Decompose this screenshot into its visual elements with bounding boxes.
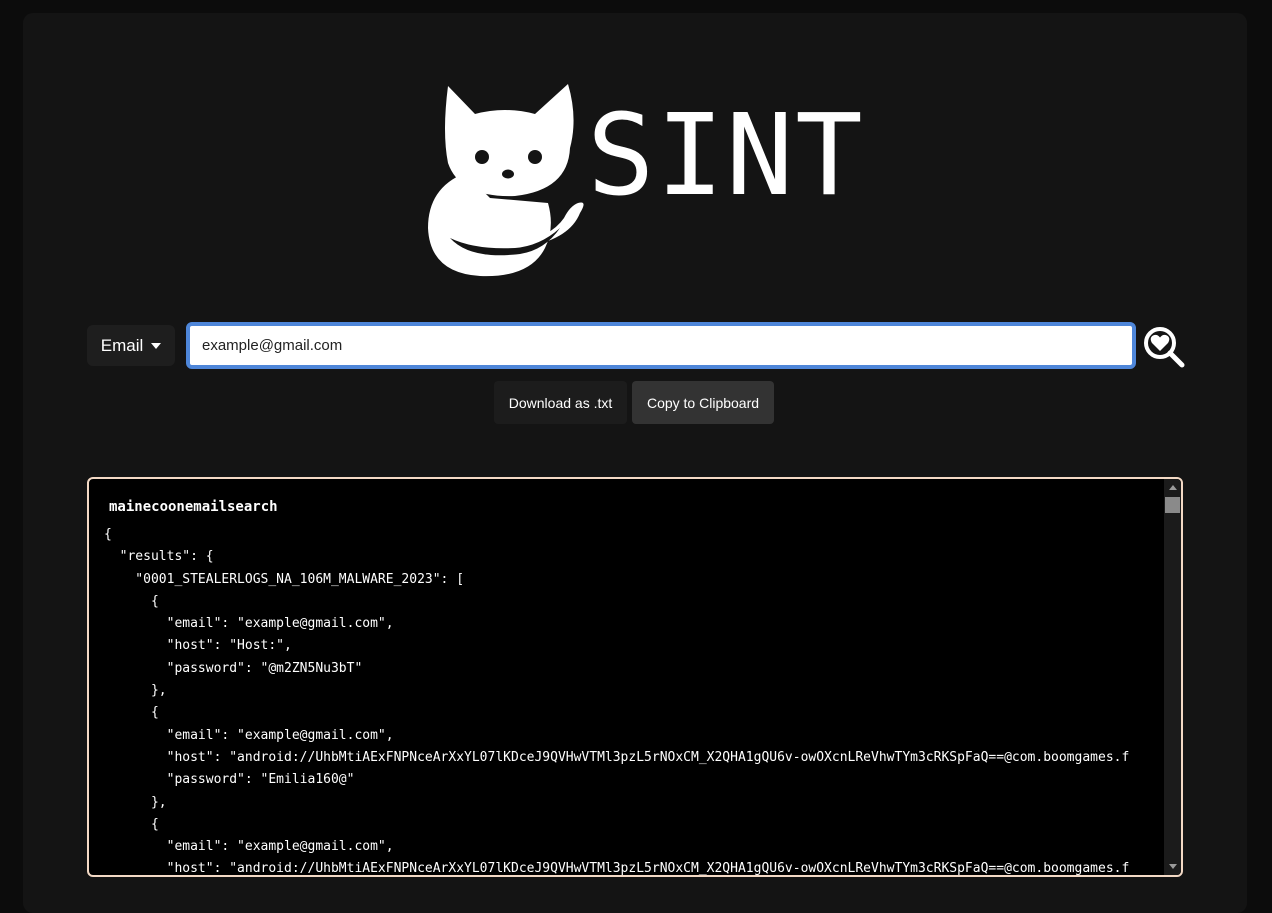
scroll-down-icon[interactable] bbox=[1169, 864, 1177, 869]
logo-text: SINT bbox=[587, 91, 865, 221]
logo: SINT bbox=[420, 78, 863, 283]
download-txt-button[interactable]: Download as .txt bbox=[494, 381, 627, 424]
search-button[interactable] bbox=[1142, 325, 1186, 369]
json-line: "password": "@m2ZN5Nu3bT" bbox=[104, 660, 363, 676]
json-line: { bbox=[104, 816, 159, 832]
json-line: "password": "Emilia160@" bbox=[104, 772, 355, 788]
json-line: "host": "Host:", bbox=[104, 638, 292, 654]
json-line: { bbox=[104, 527, 112, 542]
json-line: "email": "example@gmail.com", bbox=[104, 727, 394, 743]
search-type-label: Email bbox=[100, 335, 144, 355]
json-line: }, bbox=[104, 683, 167, 699]
json-line: "host": "android://UhbMtiAExFNPNceArXxYL… bbox=[104, 861, 1130, 877]
json-line: "0001_STEALERLOGS_NA_106M_MALWARE_2023":… bbox=[104, 571, 465, 587]
json-line: "results": { bbox=[104, 549, 214, 565]
search-input[interactable] bbox=[186, 322, 1136, 369]
vertical-scrollbar[interactable] bbox=[1164, 479, 1181, 875]
json-line: }, bbox=[104, 794, 167, 810]
json-line: "email": "example@gmail.com", bbox=[104, 616, 394, 632]
json-line: { bbox=[104, 593, 159, 609]
scroll-thumb[interactable] bbox=[1165, 497, 1180, 513]
json-line: "email": "example@gmail.com", bbox=[104, 839, 394, 855]
results-panel[interactable]: mainecoonemailsearch { "results": { "000… bbox=[87, 477, 1183, 877]
results-title: mainecoonemailsearch bbox=[109, 499, 278, 515]
chevron-down-icon bbox=[151, 342, 162, 349]
search-type-dropdown[interactable]: Email bbox=[87, 325, 175, 366]
scroll-up-icon[interactable] bbox=[1169, 485, 1177, 490]
json-output: { "results": { "0001_STEALERLOGS_NA_106M… bbox=[104, 524, 1149, 877]
cat-icon bbox=[428, 84, 584, 277]
copy-clipboard-button[interactable]: Copy to Clipboard bbox=[632, 381, 774, 424]
json-line: { bbox=[104, 705, 159, 721]
json-line: "host": "android://UhbMtiAExFNPNceArXxYL… bbox=[104, 749, 1130, 765]
heart-magnifier-icon bbox=[1144, 327, 1185, 368]
